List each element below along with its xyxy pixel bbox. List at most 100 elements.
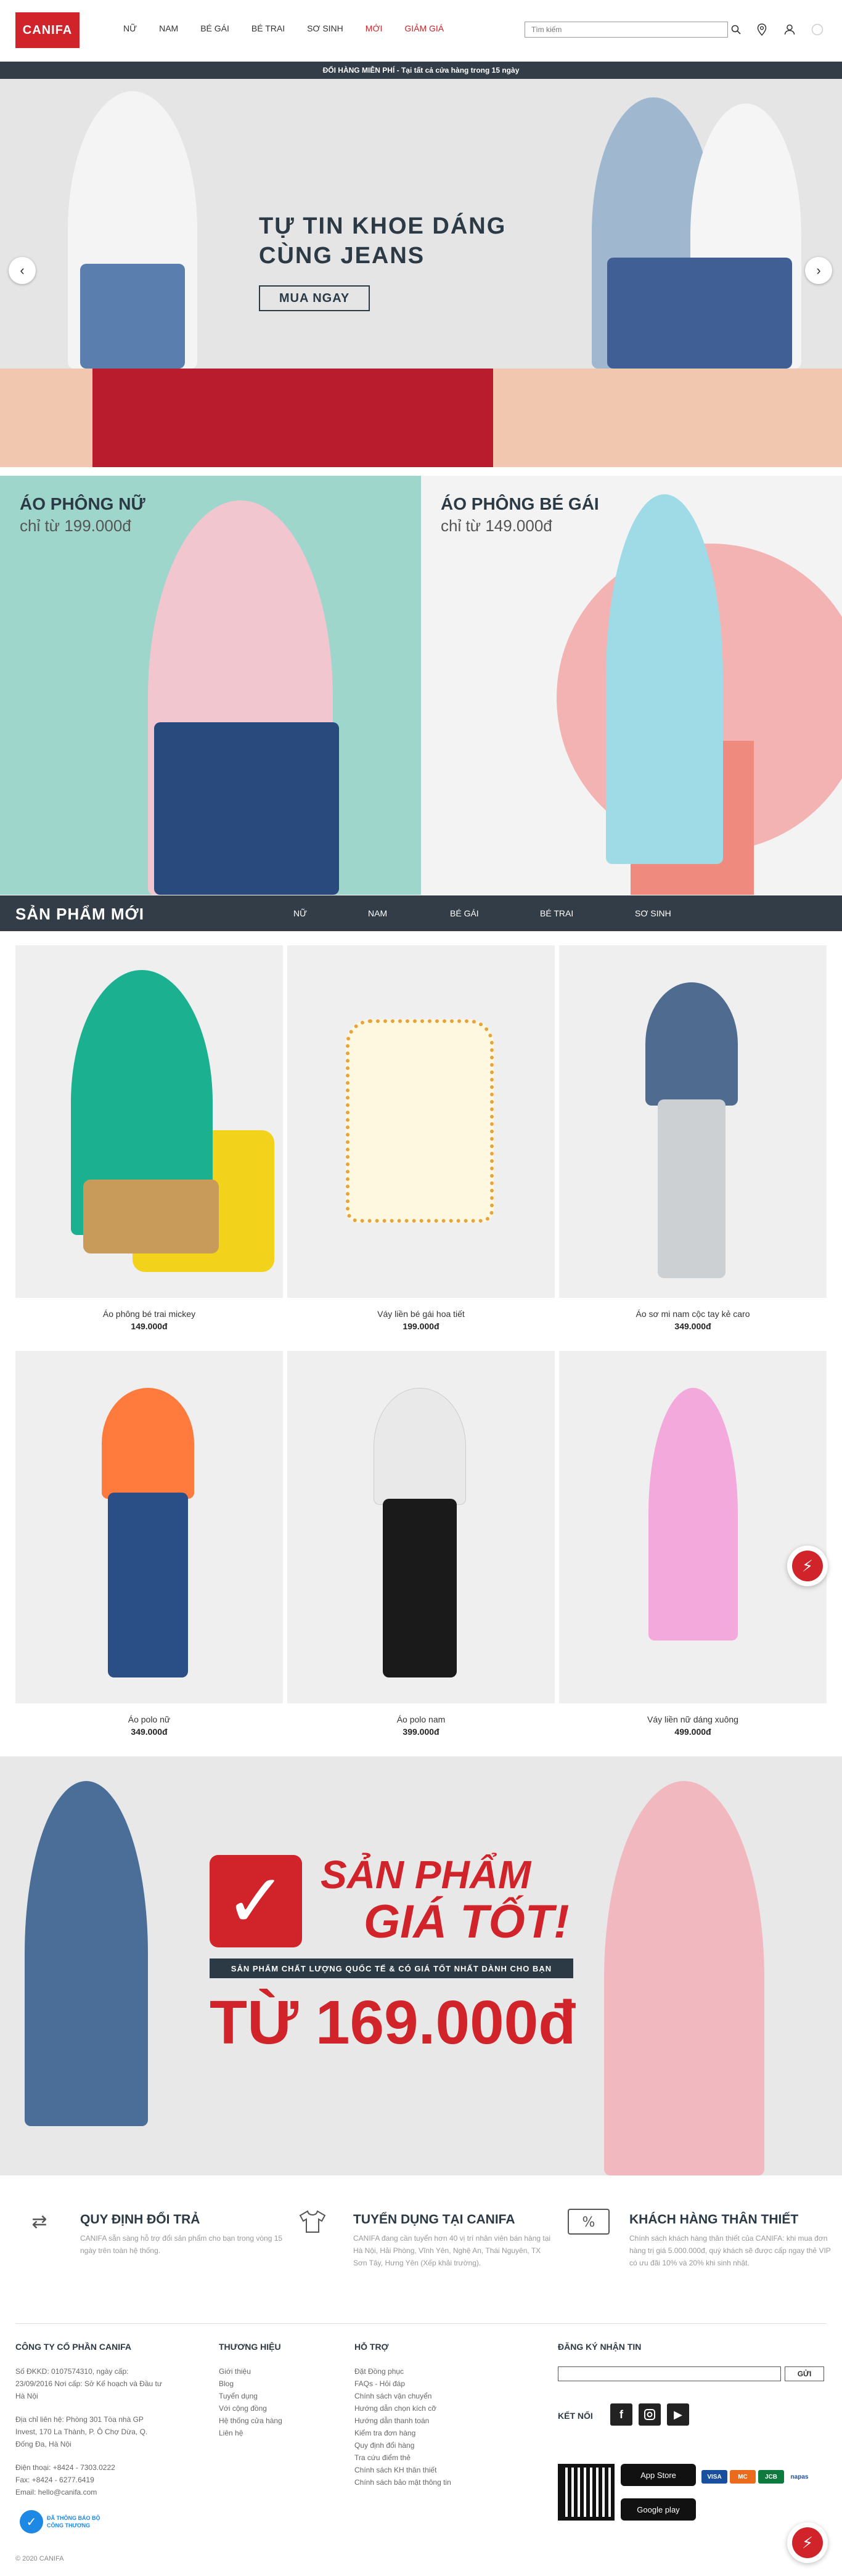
nav-item-nu[interactable]: NỮ [123,23,137,33]
footer-company-title: CÔNG TY CỔ PHẦN CANIFA [15,2342,131,2352]
footer-link[interactable]: Tra cứu điểm thẻ [354,2452,451,2464]
search-input[interactable] [525,22,728,38]
product-name[interactable]: Áo sơ mi nam cộc tay kẻ caro [559,1309,827,1319]
footer-link[interactable]: Hệ thống cửa hàng [219,2415,282,2427]
footer-link[interactable]: Hướng dẫn chọn kích cỡ [354,2402,451,2415]
footer-link[interactable]: Đặt Đồng phục [354,2365,451,2378]
ministry-badge[interactable]: ✓ ĐÃ THÔNG BÁO BỘ CÔNG THƯƠNG [20,2508,106,2535]
footer-link[interactable]: Kiểm tra đơn hàng [354,2427,451,2439]
return-box-icon: ⇄ [31,2211,47,2232]
footer-link[interactable]: Chính sách vận chuyển [354,2390,451,2402]
product-name[interactable]: Váy liền bé gái hoa tiết [287,1309,555,1319]
footer-link[interactable]: Giới thiệu [219,2365,282,2378]
man-model-polo [374,1388,466,1505]
good-price-banner[interactable]: ✓ SẢN PHẨM GIÁ TỐT! SẢN PHẨM CHẤT LƯỢNG … [0,1756,842,2175]
banner-title-line1: SẢN PHẨM [321,1853,531,1897]
policy-desc: CANIFA sẵn sàng hỗ trợ đổi sản phẩm cho … [80,2234,283,2255]
product-card[interactable]: Váy liền bé gái hoa tiết 199.000đ [287,945,555,1331]
banner-tagline: SẢN PHẨM CHẤT LƯỢNG QUỐC TẾ & CÓ GIÁ TỐT… [210,1958,573,1978]
site-header: CANIFA NỮ NAM BÉ GÁI BÉ TRAI SƠ SINH MỚI… [0,0,842,62]
facebook-icon[interactable]: f [610,2403,632,2426]
qr-code-icon[interactable] [558,2464,615,2521]
footer-brand: THƯƠNG HIỆU Giới thiệu Blog Tuyển dụng V… [219,2341,282,2439]
tab-nu[interactable]: NỮ [293,908,307,918]
footer-link[interactable]: Hướng dẫn thanh toán [354,2415,451,2427]
footer-link[interactable]: Chính sách KH thân thiết [354,2464,451,2476]
canifa-logo[interactable]: CANIFA [15,12,80,48]
company-address: Địa chỉ liên hệ: Phòng 301 Tòa nhà GP In… [15,2415,148,2448]
promo-subtitle: chỉ từ 149.000đ [441,516,552,535]
newsletter-submit-button[interactable]: GỬI [785,2366,824,2381]
company-email[interactable]: Email: hello@canifa.com [15,2486,163,2498]
copyright: © 2020 CANIFA [15,2555,64,2562]
product-price: 499.000đ [674,1727,711,1737]
percent-tag-icon: % [565,2206,613,2237]
newsletter-form: GỬI [558,2366,824,2381]
hero-banner[interactable]: TỰ TIN KHOE DÁNG CÙNG JEANS MUA NGAY [0,79,842,467]
product-name[interactable]: Áo polo nữ [15,1714,283,1724]
location-pin-icon[interactable] [753,21,770,38]
nav-item-be-trai[interactable]: BÉ TRAI [251,23,285,33]
messenger-chat-icon[interactable]: ⚡ [787,1546,828,1586]
product-card[interactable]: Áo polo nữ 349.000đ [15,1351,283,1737]
footer-link[interactable]: Blog [219,2378,282,2390]
product-price: 149.000đ [131,1321,168,1331]
tab-be-trai[interactable]: BÉ TRAI [540,908,573,918]
product-name[interactable]: Váy liền nữ dáng xuông [559,1714,827,1724]
messenger-chat-icon[interactable]: ⚡ [787,2522,828,2563]
product-card[interactable]: Áo phông bé trai mickey 149.000đ [15,945,283,1331]
product-card[interactable]: Váy liền nữ dáng xuông 499.000đ [559,1351,827,1737]
svg-text:%: % [582,2215,595,2230]
tab-nam[interactable]: NAM [368,908,387,918]
product-image[interactable] [15,945,283,1298]
product-image[interactable] [287,1351,555,1703]
man-model-pants [658,1099,726,1278]
google-play-badge[interactable]: Google play [621,2498,696,2521]
footer-link[interactable]: FAQs - Hỏi đáp [354,2378,451,2390]
footer-link[interactable]: Tuyển dụng [219,2390,282,2402]
nav-item-be-gai[interactable]: BÉ GÁI [200,23,229,33]
promo-tile-women-tees[interactable]: ÁO PHÔNG NỮ chỉ từ 199.000đ [0,476,421,895]
product-image[interactable] [15,1351,283,1703]
checkmark-icon: ✓ [210,1855,302,1947]
product-card[interactable]: Áo polo nam 399.000đ [287,1351,555,1737]
user-icon[interactable] [781,21,798,38]
nav-item-nam[interactable]: NAM [159,23,178,33]
search-icon[interactable] [727,21,745,38]
footer-link[interactable]: Với cộng đồng [219,2402,282,2415]
footer-company: CÔNG TY CỔ PHẦN CANIFA Số ĐKKD: 01075743… [15,2341,163,2498]
newsletter-email-input[interactable] [558,2366,781,2381]
carousel-next-arrow-icon[interactable]: › [805,257,832,284]
product-name[interactable]: Áo phông bé trai mickey [15,1309,283,1319]
tab-be-gai[interactable]: BÉ GÁI [450,908,479,918]
policy-desc: Chính sách khách hàng thân thiết của CAN… [629,2234,831,2267]
nav-item-so-sinh[interactable]: SƠ SINH [307,23,343,33]
product-card[interactable]: Áo sơ mi nam cộc tay kẻ caro 349.000đ [559,945,827,1331]
tab-so-sinh[interactable]: SƠ SINH [635,908,671,918]
product-image[interactable] [287,945,555,1298]
policy-title[interactable]: QUY ĐỊNH ĐỔI TRẢ [80,2212,200,2227]
man-model-black-pants [383,1499,457,1677]
promo-tile-girls-tees[interactable]: ÁO PHÔNG BÉ GÁI chỉ từ 149.000đ [421,476,842,895]
cart-icon[interactable] [809,21,826,38]
carousel-prev-arrow-icon[interactable]: ‹ [9,257,36,284]
banner-model-man [25,1781,148,2126]
hero-cta-button[interactable]: MUA NGAY [259,285,370,311]
footer-link[interactable]: Chính sách bảo mật thông tin [354,2476,451,2488]
banner-model-woman [604,1781,764,2175]
section-title: SẢN PHẨM MỚI [15,905,144,923]
footer-link[interactable]: Liên hệ [219,2427,282,2439]
policy-title[interactable]: TUYỂN DỤNG TẠI CANIFA [353,2212,515,2227]
main-nav: NỮ NAM BÉ GÁI BÉ TRAI SƠ SINH MỚI GIẢM G… [123,23,444,33]
nav-item-moi[interactable]: MỚI [366,23,383,33]
product-image[interactable] [559,1351,827,1703]
hero-title: TỰ TIN KHOE DÁNG CÙNG JEANS [259,211,567,271]
policy-title[interactable]: KHÁCH HÀNG THÂN THIẾT [629,2212,798,2227]
product-image[interactable] [559,945,827,1298]
product-name[interactable]: Áo polo nam [287,1714,555,1724]
app-store-badge[interactable]: App Store [621,2464,696,2486]
instagram-icon[interactable] [639,2403,661,2426]
youtube-icon[interactable]: ▶ [667,2403,689,2426]
nav-item-giam-gia[interactable]: GIẢM GIÁ [404,23,444,33]
footer-link[interactable]: Quy định đổi hàng [354,2439,451,2452]
